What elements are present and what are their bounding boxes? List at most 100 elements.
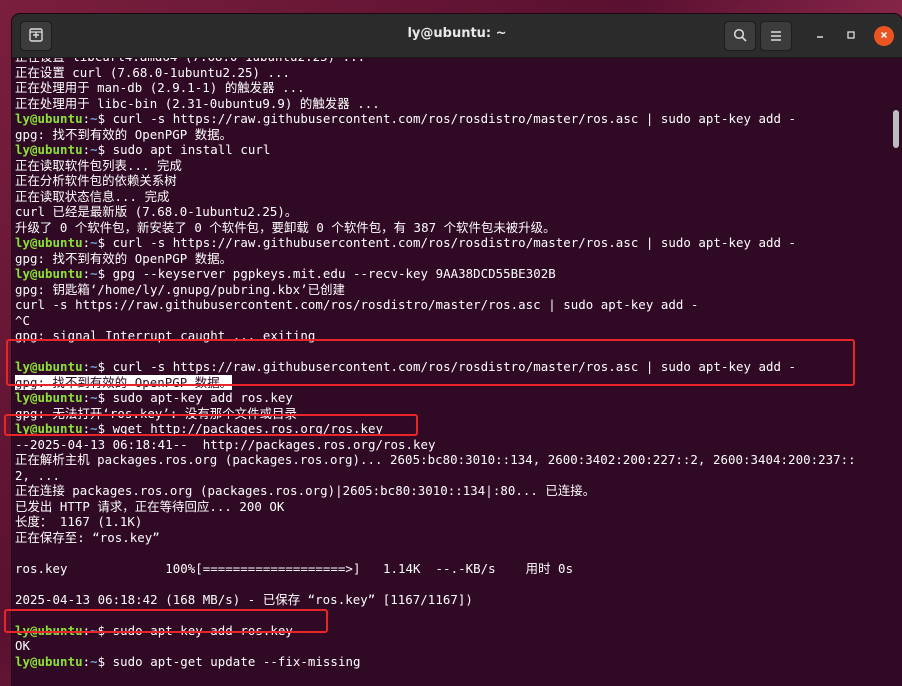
output-line: 已发出 HTTP 请求，正在等待回应... 200 OK bbox=[15, 499, 888, 515]
prompt-path: ~ bbox=[90, 266, 98, 281]
line-text: 正在处理用于 man-db (2.9.1-1) 的触发器 ... bbox=[15, 80, 305, 95]
scrollbar[interactable] bbox=[888, 58, 902, 686]
line-text: gpg: 钥匙箱‘/home/ly/.gnupg/pubring.kbx’已创建 bbox=[15, 281, 345, 297]
prompt-path: ~ bbox=[90, 235, 98, 250]
prompt-symbol: $ bbox=[97, 653, 106, 669]
search-icon bbox=[733, 27, 747, 46]
line-text: 正在分析软件包的依赖关系树 bbox=[15, 173, 177, 188]
line-text: 正在读取状态信息... 完成 bbox=[15, 188, 170, 204]
title-bar: ly@ubuntu: ~ bbox=[12, 14, 902, 58]
line-text: sudo apt-get update --fix-missing bbox=[105, 653, 361, 669]
prompt-user: ly@ubuntu bbox=[15, 653, 83, 669]
line-text: ros.key 100%[===================>] 1.14K… bbox=[15, 560, 574, 576]
command-line: ly@ubuntu:~$ curl -s https://raw.githubu… bbox=[15, 111, 888, 127]
line-text: 升级了 0 个软件包，新安装了 0 个软件包，要卸载 0 个软件包，有 387 … bbox=[15, 219, 556, 235]
prompt-colon: : bbox=[82, 266, 91, 281]
output-line: 正在分析软件包的依赖关系树 bbox=[15, 173, 888, 189]
line-text: gpg: 无法打开‘ros.key’: 没有那个文件或目录 bbox=[15, 405, 297, 421]
output-line: 2, ... bbox=[15, 468, 888, 484]
line-text: 正在保存至: “ros.key” bbox=[15, 529, 160, 545]
prompt-user: ly@ubuntu bbox=[15, 142, 83, 157]
output-line: 正在读取软件包列表... 完成 bbox=[15, 158, 888, 174]
prompt-path: ~ bbox=[90, 421, 98, 436]
output-line: 正在连接 packages.ros.org (packages.ros.org)… bbox=[15, 483, 888, 499]
output-line: 升级了 0 个软件包，新安装了 0 个软件包，要卸载 0 个软件包，有 387 … bbox=[15, 220, 888, 236]
output-line: gpg: 无法打开‘ros.key’: 没有那个文件或目录 bbox=[15, 406, 888, 422]
line-text: sudo apt install curl bbox=[105, 142, 271, 157]
command-line: ly@ubuntu:~$ sudo apt-key add ros.key bbox=[15, 390, 888, 406]
prompt-colon: : bbox=[82, 142, 91, 157]
output-line: gpg: 钥匙箱‘/home/ly/.gnupg/pubring.kbx’已创建 bbox=[15, 282, 888, 298]
line-text: curl 已经是最新版 (7.68.0-1ubuntu2.25)。 bbox=[15, 204, 298, 219]
prompt-colon: : bbox=[82, 653, 91, 669]
prompt-symbol: $ bbox=[97, 390, 106, 405]
prompt-colon: : bbox=[82, 359, 91, 374]
hamburger-menu-icon bbox=[769, 27, 783, 46]
prompt-path: ~ bbox=[90, 390, 98, 405]
output-line: gpg: signal Interrupt caught ... exiting bbox=[15, 328, 888, 344]
line-text: 长度： 1167 (1.1K) bbox=[15, 514, 143, 529]
line-text: gpg: signal Interrupt caught ... exiting bbox=[15, 328, 316, 343]
prompt-path: ~ bbox=[90, 653, 98, 669]
prompt-colon: : bbox=[82, 390, 91, 405]
command-line: ly@ubuntu:~$ sudo apt-get update --fix-m… bbox=[15, 654, 888, 670]
line-text: 正在解析主机 packages.ros.org (packages.ros.or… bbox=[15, 452, 856, 467]
prompt-path: ~ bbox=[90, 111, 98, 126]
output-line: OK bbox=[15, 638, 888, 654]
output-line: 正在处理用于 man-db (2.9.1-1) 的触发器 ... bbox=[15, 80, 888, 96]
prompt-path: ~ bbox=[90, 359, 98, 374]
line-text: 正在处理用于 libc-bin (2.31-0ubuntu9.9) 的触发器 .… bbox=[15, 95, 380, 111]
line-text: sudo apt-key add ros.key bbox=[105, 390, 293, 405]
output-line: --2025-04-13 06:18:41-- http://packages.… bbox=[15, 437, 888, 453]
output-line: gpg: 找不到有效的 OpenPGP 数据。 bbox=[15, 127, 888, 143]
output-line: 正在读取状态信息... 完成 bbox=[15, 189, 888, 205]
line-text: 正在读取软件包列表... 完成 bbox=[15, 157, 182, 173]
prompt-user: ly@ubuntu bbox=[15, 390, 83, 405]
line-text: 2, ... bbox=[15, 467, 61, 483]
prompt-path: ~ bbox=[90, 622, 98, 638]
line-text: gpg: 找不到有效的 OpenPGP 数据。 bbox=[15, 126, 233, 142]
terminal-output[interactable]: 正在设置 libcurl4:amd64 (7.68.0-1ubuntu2.25)… bbox=[12, 58, 888, 686]
close-button[interactable] bbox=[874, 26, 894, 46]
output-line: 正在处理用于 libc-bin (2.31-0ubuntu9.9) 的触发器 .… bbox=[15, 96, 888, 112]
line-text: 正在连接 packages.ros.org (packages.ros.org)… bbox=[15, 483, 596, 498]
minimize-button[interactable] bbox=[810, 26, 830, 46]
line-text: gpg: 找不到有效的 OpenPGP 数据。 bbox=[15, 374, 233, 390]
scrollbar-thumb[interactable] bbox=[893, 110, 899, 148]
line-text: 正在设置 curl (7.68.0-1ubuntu2.25) ... bbox=[15, 64, 291, 80]
prompt-colon: : bbox=[82, 235, 91, 250]
prompt-user: ly@ubuntu bbox=[15, 421, 83, 436]
prompt-symbol: $ bbox=[97, 359, 106, 374]
output-line: 正在保存至: “ros.key” bbox=[15, 530, 888, 546]
line-text: curl -s https://raw.githubusercontent.co… bbox=[105, 235, 797, 250]
line-text: --2025-04-13 06:18:41-- http://packages.… bbox=[15, 436, 436, 452]
search-button[interactable] bbox=[724, 21, 756, 51]
output-line: curl 已经是最新版 (7.68.0-1ubuntu2.25)。 bbox=[15, 204, 888, 220]
line-text: gpg: 找不到有效的 OpenPGP 数据。 bbox=[15, 250, 233, 266]
prompt-colon: : bbox=[82, 622, 91, 638]
close-icon bbox=[879, 30, 889, 43]
output-line: ^C bbox=[15, 313, 888, 329]
prompt-user: ly@ubuntu bbox=[15, 266, 83, 281]
line-text: curl -s https://raw.githubusercontent.co… bbox=[105, 359, 797, 374]
output-line: 正在解析主机 packages.ros.org (packages.ros.or… bbox=[15, 452, 888, 468]
command-line: ly@ubuntu:~$ wget http://packages.ros.or… bbox=[15, 421, 888, 437]
command-line: ly@ubuntu:~$ curl -s https://raw.githubu… bbox=[15, 235, 888, 251]
command-line: ly@ubuntu:~$ sudo apt install curl bbox=[15, 142, 888, 158]
output-line: 正在设置 curl (7.68.0-1ubuntu2.25) ... bbox=[15, 65, 888, 81]
maximize-button[interactable] bbox=[841, 26, 861, 46]
prompt-colon: : bbox=[82, 421, 91, 436]
line-text: 已发出 HTTP 请求，正在等待回应... 200 OK bbox=[15, 498, 285, 514]
prompt-user: ly@ubuntu bbox=[15, 111, 83, 126]
prompt-user: ly@ubuntu bbox=[15, 622, 83, 638]
line-text: 2025-04-13 06:18:42 (168 MB/s) - 已保存 “ro… bbox=[15, 591, 473, 607]
line-text: wget http://packages.ros.org/ros.key bbox=[105, 421, 384, 436]
prompt-symbol: $ bbox=[97, 421, 106, 436]
output-line: curl -s https://raw.githubusercontent.co… bbox=[15, 297, 888, 313]
line-text: OK bbox=[15, 638, 31, 653]
menu-button[interactable] bbox=[760, 21, 792, 51]
prompt-user: ly@ubuntu bbox=[15, 359, 83, 374]
line-text: 正在设置 libcurl4:amd64 (7.68.0-1ubuntu2.25)… bbox=[15, 58, 365, 64]
